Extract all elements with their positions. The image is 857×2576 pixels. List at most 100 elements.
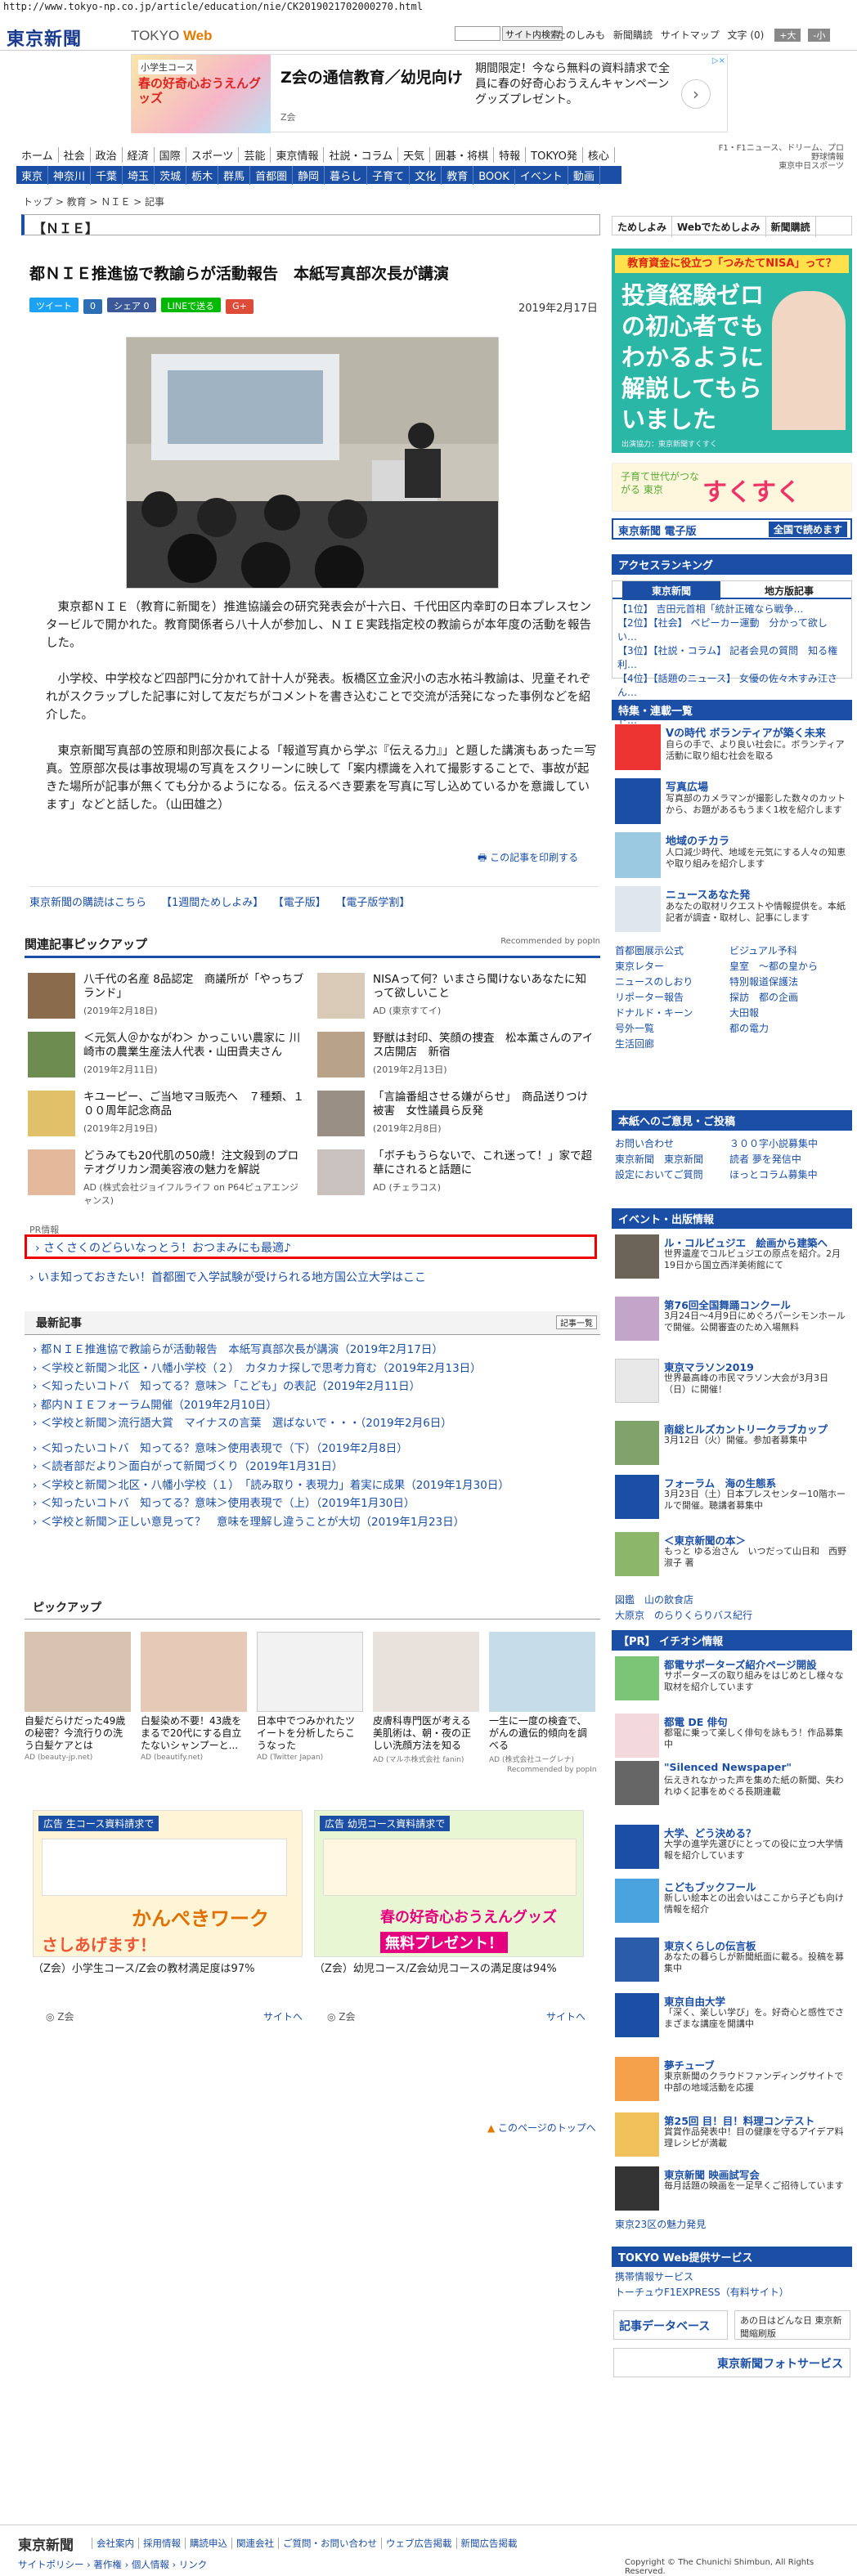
event-item[interactable]: 南総ヒルズカントリークラブカップ 3月12日（火）開催。参加者募集中 xyxy=(612,1418,852,1468)
nav-item[interactable]: 囲碁・将棋 xyxy=(430,147,495,163)
related-item[interactable]: 八千代の名産 8品認定 商議所が「やっちブランド」 (2019年2月18日) xyxy=(28,973,306,1019)
footer-link[interactable]: 採用情報 xyxy=(138,2538,185,2549)
latest-item[interactable]: › ＜学校と新聞＞北区・八幡小学校（１） 「読み取り・表現力」着実に成果（201… xyxy=(33,1476,605,1495)
line-share-button[interactable]: LINEで送る xyxy=(160,298,222,312)
font-up-button[interactable]: +大 xyxy=(774,29,801,42)
photo-service-banner[interactable]: 東京新聞フォトサービス xyxy=(613,2348,850,2377)
sidebar-link[interactable]: 大田報 xyxy=(729,1006,844,1021)
ranking-item[interactable]: 【3位】【社説・コラム】 記者会見の質問 知る権利… xyxy=(617,644,846,672)
region-nav-item[interactable]: 暮らし xyxy=(325,166,368,185)
footer-link[interactable]: リンク xyxy=(179,2559,208,2570)
nav-item[interactable]: 政治 xyxy=(91,147,123,163)
related-item[interactable]: どうみても20代肌の50歳！注文殺到のプロテオグリカン潤美容液の魅力を解説 AD … xyxy=(28,1149,306,1206)
event-item[interactable]: フォーラム 海の生態系 3月23日（土）日本プレスセンター10階ホールで開催。聴講… xyxy=(612,1472,852,1522)
event-item[interactable]: ル・コルビュジエ 絵画から建築へ 世界遺産でコルビュジエの原点を紹介。2月19日か… xyxy=(612,1231,852,1282)
ad-site-link[interactable]: サイトへ xyxy=(263,2009,303,2023)
ad-site-link[interactable]: サイトへ xyxy=(546,2009,586,2023)
ad-caption[interactable]: （Z会）小学生コース/Z会の教材満足度は97% xyxy=(33,1962,303,1976)
footer-logo[interactable]: 東京新聞 xyxy=(18,2533,74,2554)
popin-credit[interactable]: Recommended by popIn xyxy=(500,937,600,946)
facebook-share-button[interactable]: シェア 0 xyxy=(107,298,156,312)
article-list-button[interactable]: 記事一覧 xyxy=(556,1315,597,1329)
ad-title[interactable]: Z会の通信教育／幼児向け xyxy=(280,68,463,87)
pr-link[interactable]: › いま知っておきたい！首都圏で入学試験が受けられる地方国公立大学はここ xyxy=(29,1269,426,1285)
feedback-link[interactable]: 東京新聞 東京新聞 xyxy=(615,1152,729,1167)
ad-choices-icon[interactable]: ▷× xyxy=(712,56,725,65)
region-nav-item[interactable]: 神奈川 xyxy=(48,166,92,185)
region-nav-item[interactable]: イベント xyxy=(515,166,568,185)
header-link-tanoshimi[interactable]: たのしみも xyxy=(556,29,605,41)
ad-arrow-button[interactable]: › xyxy=(681,79,711,109)
region-nav-item[interactable]: 東京 xyxy=(16,166,49,185)
footer-link[interactable]: 購読申込 xyxy=(185,2538,231,2549)
latest-item[interactable]: › ＜学校と新聞＞北区・八幡小学校（２） カタカナ探しで思考力育む（2019年2… xyxy=(33,1360,605,1378)
sidebar-link[interactable]: リポーター報告 xyxy=(615,990,729,1006)
article-database-banner[interactable]: 記事データベース xyxy=(613,2310,728,2340)
ad-caption[interactable]: （Z会）幼児コース/Z会幼児コースの満足度は94% xyxy=(314,1962,584,1976)
sidebar-link[interactable]: 皇室 ～都の皇から xyxy=(729,959,844,974)
region-nav-item[interactable]: 動画 xyxy=(568,166,600,185)
pr-item[interactable]: "Silenced Newspaper" 伝えきれなかった声を集めた紙の新聞、失わ… xyxy=(612,1758,852,1808)
sidebar-link[interactable]: ドナルド・キーン xyxy=(615,1006,729,1021)
feedback-link[interactable]: ３００字小説募集中 xyxy=(729,1136,844,1152)
latest-item[interactable]: › 都ＮＩＥ推進協で教諭らが活動報告 本紙写真部次長が講演（2019年2月17日… xyxy=(33,1341,605,1360)
nav-item[interactable]: 国際 xyxy=(155,147,186,163)
pickup-item[interactable]: 一生に一度の検査で、がんの遺伝的傾向を調べる AD (株式会社ユーグレナ) xyxy=(489,1632,595,1764)
related-item[interactable]: キユーピー、ご当地マヨ販売へ ７種類、１００周年記念商品 (2019年2月19日) xyxy=(28,1091,306,1136)
pr-item[interactable]: こどもブックフール 新しい絵本との出会いはここから子ども向け情報を紹介 xyxy=(612,1875,852,1926)
pr-item[interactable]: 東京新聞 映画試写会 毎月話題の映画を一足早くご招待しています xyxy=(612,2163,852,2214)
sidebar-link[interactable]: 生活回廊 xyxy=(615,1037,729,1052)
event-link[interactable]: 図鑑 山の飲食店 xyxy=(615,1593,852,1608)
footer-link[interactable]: ご質問・お問い合わせ xyxy=(278,2538,381,2549)
tokyo-web-logo[interactable]: TOKYO Web xyxy=(131,28,213,44)
pickup-item[interactable]: 白髪染め不要！43歳をまるで20代にする自立たないシャンプーと... AD (be… xyxy=(141,1632,247,1762)
ranking-item[interactable]: 【1位】 吉田元首相「統計正確なら戦争… xyxy=(617,603,846,616)
related-item[interactable]: ＜元気人＠かながわ＞ かっこいい農家に 川崎市の農業生産法人代表・山田貴夫さん (… xyxy=(28,1032,306,1077)
sidebar-btn-web-trial[interactable]: Webでためしよみ xyxy=(672,217,766,237)
service-link[interactable]: 携帯情報サービス xyxy=(615,2269,852,2285)
nav-item[interactable]: 社会 xyxy=(59,147,91,163)
header-link-subscribe[interactable]: 新聞購読 xyxy=(613,29,653,41)
sidebar-link[interactable]: 都の電力 xyxy=(729,1021,844,1037)
breadcrumb[interactable]: トップ > 教育 > ＮＩＥ > 記事 xyxy=(23,195,164,208)
pr-more-link[interactable]: 東京23区の魅力発見 xyxy=(615,2217,852,2233)
sidebar-link[interactable]: 探訪 都の企画 xyxy=(729,990,844,1006)
region-nav-item[interactable]: 教育 xyxy=(442,166,474,185)
nav-item[interactable]: 特報 xyxy=(494,147,527,163)
special-item[interactable]: 写真広場 写真部のカメラマンが撮影した数々のカットから、お題があるもうまく1枚を紹… xyxy=(612,775,852,827)
nav-item[interactable]: 経済 xyxy=(123,147,155,163)
pr-highlighted-link[interactable]: › さくさくのどらいなっとう！おつまみにも最適♪ xyxy=(25,1234,597,1259)
related-item[interactable]: 「言論番組させる嫌がらせ」 商品送りつけ被害 女性議員ら反発 (2019年2月8日… xyxy=(317,1091,595,1136)
feedback-link[interactable]: 設定においてご質問 xyxy=(615,1167,729,1183)
address-bar[interactable]: http://www.tokyo-np.co.jp/article/educat… xyxy=(0,0,857,16)
related-item[interactable]: 「ボチもうらないで、これ迷って！」家で超華にされると話題に AD (チェラコス) xyxy=(317,1149,595,1195)
pr-item[interactable]: 都電 DE 俳句 都電に乗って楽しく俳句を詠もう！作品募集中 xyxy=(612,1710,852,1761)
footer-link[interactable]: 個人情報 xyxy=(132,2559,169,2570)
digital-edition-banner[interactable]: 東京新聞 電子版 全国で読めます xyxy=(612,518,852,540)
link-subscribe[interactable]: 東京新聞の購読はこちら xyxy=(29,897,146,909)
top-ad-banner[interactable]: 小学生コース 春の好奇心おうえんグッズ Z会の通信教育／幼児向け Z会 期間限定… xyxy=(131,54,728,133)
back-to-top-link[interactable]: ▲ このページのトップへ xyxy=(487,2121,596,2135)
print-article-link[interactable]: 🖶 この記事を印刷する xyxy=(478,850,578,867)
region-nav-item[interactable]: BOOK xyxy=(473,169,515,185)
sidebar-link[interactable]: 東京レター xyxy=(615,959,729,974)
pr-item[interactable]: 第25回 目！目！料理コンテスト 賞賞作品発表中！目の健康を守るアイデア料理レシピ… xyxy=(612,2109,852,2160)
region-nav-item[interactable]: 子育て xyxy=(367,166,411,185)
region-nav-item[interactable]: 首都圏 xyxy=(250,166,294,185)
special-item[interactable]: 地域のチカラ 人口減少時代、地域を元気にする人々の知恵や取り組みを紹介します xyxy=(612,829,852,881)
region-nav-item[interactable]: 栃木 xyxy=(186,166,219,185)
related-item[interactable]: 野獣は封印、笑顔の捜査 松本薫さんのアイス店開店 新宿 (2019年2月13日) xyxy=(317,1032,595,1077)
google-plus-button[interactable]: G+ xyxy=(226,299,254,314)
header-link-sitemap[interactable]: サイトマップ xyxy=(661,29,720,41)
event-item[interactable]: ＜東京新聞の本＞ もっと ゆる治さん いつだって山日和 西野淑子 著 xyxy=(612,1529,852,1579)
latest-item[interactable]: › ＜知ったいコトバ 知ってる？意味＞使用表現で（下）（2019年2月8日） xyxy=(33,1440,605,1458)
sidebar-link[interactable]: ニュースのしおり xyxy=(615,974,729,990)
sidebar-link[interactable]: 特別報道保護法 xyxy=(729,974,844,990)
feedback-link[interactable]: 読者 夢を発信中 xyxy=(729,1152,844,1167)
pr-item[interactable]: 大学、どう決める？ 大学の進学先選びにとっての役に立つ大学情報を紹介しています xyxy=(612,1821,852,1872)
link-digital[interactable]: 【電子版】 xyxy=(278,897,326,909)
popin-credit[interactable]: Recommended by popIn xyxy=(507,1766,597,1774)
hatena-button[interactable]: 0 xyxy=(83,299,102,314)
latest-item[interactable]: › ＜学校と新聞＞流行語大賞 マイナスの言葉 選ばないで・・・（2019年2月6… xyxy=(33,1414,605,1433)
event-item[interactable]: 東京マラソン2019 世界最高峰の市民マラソン大会が3月3日（日）に開催！ xyxy=(612,1355,852,1406)
